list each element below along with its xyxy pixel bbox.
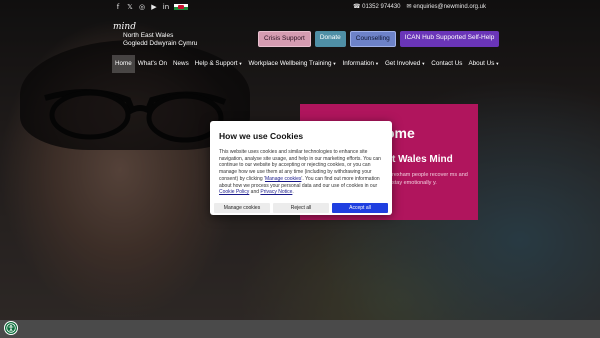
nav-item-whats-on[interactable]: What's On [135,55,170,73]
phone-icon: ☎ [352,4,363,10]
nav-item-news[interactable]: News [170,55,192,73]
chevron-down-icon: ▼ [374,61,379,66]
accessibility-button[interactable] [4,321,18,335]
logo-line-2: Gogledd Ddwyrain Cymru [123,40,198,47]
chevron-down-icon: ▼ [495,61,500,66]
chevron-down-icon: ▼ [332,61,337,66]
nav-label: What's On [137,60,167,67]
accessibility-icon [6,323,16,333]
nav-label: Help & Support [194,60,238,67]
nav-label: News [173,60,189,67]
youtube-icon[interactable]: ▶ [150,3,158,11]
cookie-policy-link[interactable]: Cookie Policy [219,189,249,195]
phone-link[interactable]: ☎ 01352 974430 [353,3,401,10]
nav-label: Workplace Wellbeing Training [248,60,332,67]
nav-item-home[interactable]: Home [112,55,135,73]
logo-brand: mind [113,22,136,32]
contact-info: ☎ 01352 974430 ✉ enquiries@newmind.org.u… [353,3,486,10]
privacy-notice-link[interactable]: Privacy Notice [260,189,292,195]
header-buttons: Crisis Support Donate Counselling ICAN H… [258,31,500,47]
chevron-down-icon: ▼ [421,61,426,66]
site-logo[interactable]: mind North East Wales Gogledd Ddwyrain C… [113,22,223,50]
nav-item-about-us[interactable]: About Us▼ [465,55,502,73]
logo-line-1: North East Wales [123,32,174,39]
cookie-text-part: and [249,189,261,196]
main-nav: Home What's On News Help & Support▼ Work… [112,55,502,73]
nav-item-workplace-wellbeing[interactable]: Workplace Wellbeing Training▼ [245,55,339,73]
nav-label: Home [115,60,132,67]
instagram-icon[interactable]: ◎ [138,3,146,11]
email-address: enquiries@newmind.org.uk [413,4,486,10]
footer-bar [0,320,600,338]
cookie-consent-dialog: How we use Cookies This website uses coo… [210,121,392,215]
nav-item-help-support[interactable]: Help & Support▼ [192,55,246,73]
donate-button[interactable]: Donate [314,31,346,47]
manage-cookies-link[interactable]: Manage cookies [265,176,301,182]
cookie-text-part: . [292,189,294,196]
welcome-text: rexham people recover ms and stay emotio… [392,172,468,186]
nav-item-information[interactable]: Information▼ [339,55,381,73]
reject-all-button[interactable]: Reject all [273,203,329,213]
nav-label: About Us [468,60,495,67]
manage-cookies-button[interactable]: Manage cookies [214,203,270,213]
nav-label: Contact Us [431,60,463,67]
top-bar: f 𝕏 ◎ ▶ in ☎ 01352 974430 ✉ enquiries@ne… [0,0,600,14]
linkedin-icon[interactable]: in [162,3,170,11]
x-icon[interactable]: 𝕏 [126,3,134,11]
social-links: f 𝕏 ◎ ▶ in [114,3,188,11]
phone-number: 01352 974430 [362,4,401,10]
facebook-icon[interactable]: f [114,3,122,11]
nav-label: Information [342,60,374,67]
accept-all-button[interactable]: Accept all [332,203,388,213]
nav-label: Get Involved [384,60,421,67]
chevron-down-icon: ▼ [238,61,243,66]
nav-item-contact-us[interactable]: Contact Us [428,55,465,73]
email-link[interactable]: ✉ enquiries@newmind.org.uk [407,3,487,10]
nav-item-get-involved[interactable]: Get Involved▼ [382,55,428,73]
counselling-button[interactable]: Counselling [349,31,396,47]
ican-hub-button[interactable]: ICAN Hub Supported Self-Help [399,31,500,47]
welcome-subheading: t Wales Mind [392,154,453,165]
welsh-flag-icon[interactable] [174,4,188,10]
crisis-support-button[interactable]: Crisis Support [258,31,311,47]
cookie-text: This website uses cookies and similar te… [219,149,385,196]
cookie-title: How we use Cookies [219,131,304,141]
